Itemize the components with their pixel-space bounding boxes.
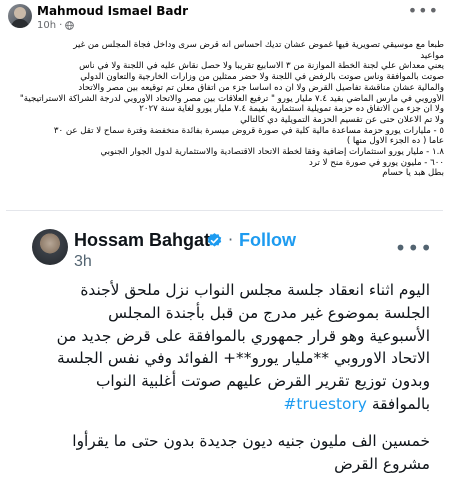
- follow-button: Follow: [239, 230, 296, 250]
- post-line: ٥ - مليارات يورو حزمة مساعدة مالية كلية …: [53, 125, 444, 136]
- post-line: طبعا مع موسيقي تصويرية فيها غموض عشان تد…: [73, 40, 444, 50]
- post-line: مواعيد: [420, 50, 444, 61]
- tweet-line: خمسين الف مليون جنيه ديون جديدة بدون حتى…: [72, 431, 430, 450]
- post-line: والمالية عشان مناقشة تفاصيل القرض ولا ان…: [78, 82, 444, 93]
- author-name[interactable]: Mahmoud Ismael Badr: [37, 4, 188, 18]
- tweet-line: الاتحاد الاوروبي **مليار يورو**+ الفوائد…: [56, 349, 430, 368]
- embedded-tweet-image[interactable]: Hossam Bahgat · Follow 3h ••• اليوم اثنا…: [6, 210, 443, 482]
- tweet-author-name: Hossam Bahgat: [74, 230, 211, 250]
- post-text: طبعا مع موسيقي تصويرية فيها غموض عشان تد…: [6, 40, 444, 179]
- post-meta: 10h ·: [37, 20, 75, 31]
- post-line: بطل هبد يا حسام: [382, 168, 444, 179]
- tweet-line: وبدون توزيع تقرير القرض عليهم صوتت أغلبي…: [95, 372, 430, 391]
- tweet-author-avatar: [32, 229, 68, 265]
- tweet-line-last: بالموافقة #truestory: [30, 393, 430, 416]
- tweet-line: الأسبوعية وهو قرار جمهوري بالموافقة على …: [56, 326, 430, 345]
- post-line: يعني معداش علي لجنة الخطة الموازنة من ٣ …: [79, 61, 444, 72]
- tweet-line: اليوم اثناء انعقاد جلسة مجلس النواب نزل …: [80, 281, 430, 299]
- globe-icon: [65, 21, 75, 30]
- dot-separator: ·: [59, 20, 63, 31]
- post-line: ولا ان جزء من الاتفاق ده حزمة تمويلية اس…: [139, 104, 444, 115]
- tweet-line: الجلسة بموضوع غير مدرج من قبل بأجندة الم…: [108, 303, 430, 322]
- tweet-text: اليوم اثناء انعقاد جلسة مجلس النواب نزل …: [30, 279, 430, 475]
- post-line: الأوروبي في مارس الماضي بقيد ٧.٤ مليار ي…: [19, 93, 444, 104]
- verified-badge-icon: [207, 233, 222, 247]
- tweet-line-text: بالموافقة: [371, 394, 430, 413]
- post-line: صوتت بالموافقة وناس صوتت بالرفض في اللجن…: [80, 72, 444, 83]
- post-time[interactable]: 10h: [37, 20, 56, 31]
- author-avatar[interactable]: [8, 4, 32, 28]
- post-line: ١.٨ - مليار يورو استثمارات إضافية وفقا ل…: [100, 147, 445, 158]
- tweet-time: 3h: [74, 253, 92, 270]
- tweet-line: مشروع القرض: [334, 454, 430, 473]
- post-header: Mahmoud Ismael Badr 10h · •••: [0, 0, 451, 36]
- more-dots-icon[interactable]: •••: [408, 3, 439, 19]
- post-line: ولا تم الاعلان حتى عن تقسيم الحزمة التمو…: [240, 114, 444, 125]
- tweet-dot-separator: ·: [228, 230, 234, 249]
- post-line: عاما ( ده الجزء الاول منها ): [346, 136, 444, 147]
- tweet-more-dots-icon: •••: [394, 236, 433, 260]
- hashtag-link: #truestory: [283, 394, 367, 413]
- post-line: ٦٠٠ - مليون يورو في صورة منح لا ترد: [308, 157, 444, 168]
